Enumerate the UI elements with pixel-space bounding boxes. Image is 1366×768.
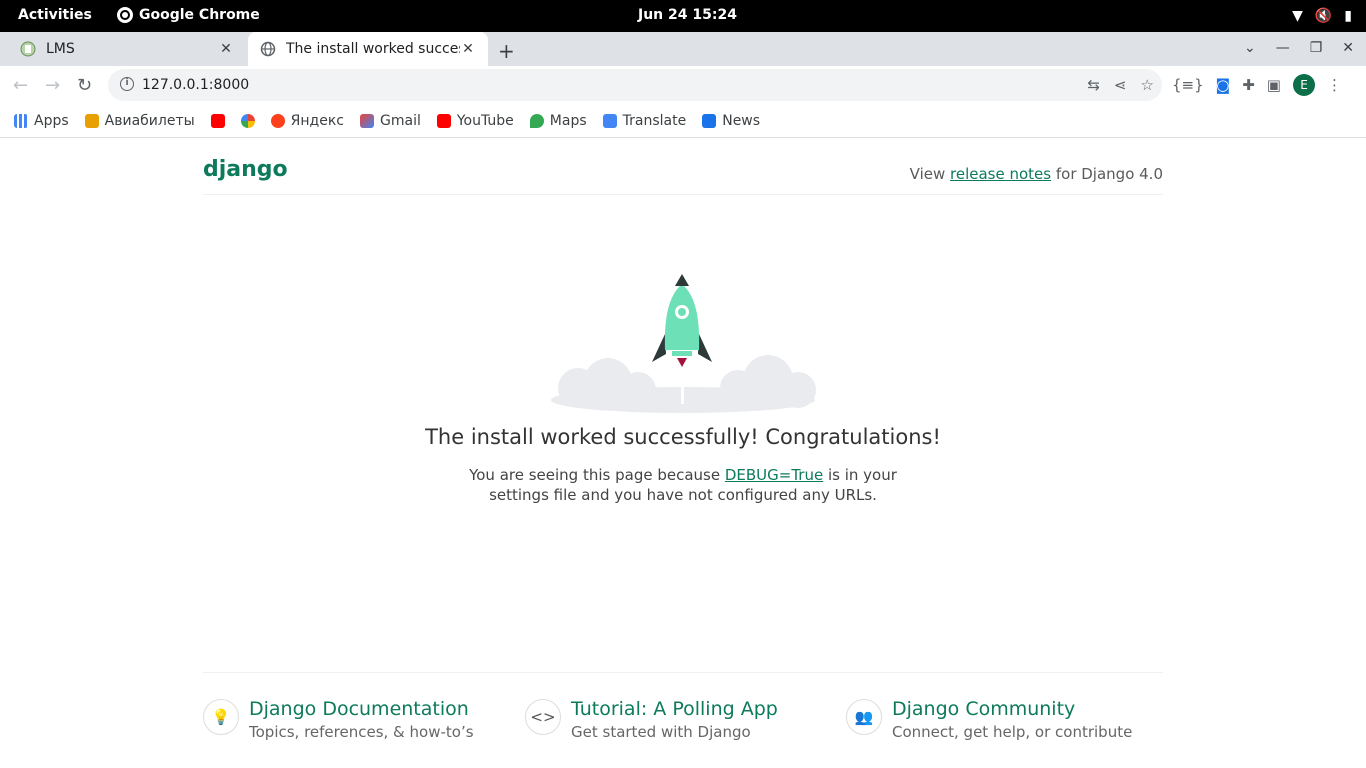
people-icon: 👥 bbox=[846, 699, 882, 735]
clock[interactable]: Jun 24 15:24 bbox=[638, 7, 737, 23]
reload-icon[interactable]: ↻ bbox=[77, 75, 92, 96]
google-icon bbox=[240, 113, 255, 128]
bookmark-label: Translate bbox=[622, 112, 687, 129]
menu-dots-icon[interactable]: ⋮ bbox=[1327, 76, 1342, 94]
django-welcome-page: django View release notes for Django 4.0… bbox=[203, 139, 1163, 741]
page-header: django View release notes for Django 4.0 bbox=[203, 139, 1163, 195]
minimize-icon[interactable]: — bbox=[1276, 40, 1290, 56]
forward-icon[interactable]: → bbox=[45, 75, 60, 96]
bookmarks-bar: Apps Авиабилеты Яндекс Gmail YouTube Map… bbox=[0, 104, 1366, 138]
debug-explanation: You are seeing this page because DEBUG=T… bbox=[463, 465, 903, 505]
share-icon[interactable]: ⋖ bbox=[1114, 76, 1127, 94]
notes-suffix: for Django 4.0 bbox=[1051, 165, 1163, 183]
tab-title: LMS bbox=[46, 41, 75, 57]
release-notes-link[interactable]: release notes bbox=[950, 165, 1051, 183]
bookmark-apps[interactable]: Apps bbox=[14, 113, 69, 129]
card-title[interactable]: Tutorial: A Polling App bbox=[571, 697, 778, 721]
back-icon[interactable]: ← bbox=[13, 75, 28, 96]
tab-lms[interactable]: LMS ✕ bbox=[8, 32, 246, 66]
globe-icon bbox=[260, 41, 276, 57]
bookmark-label: News bbox=[722, 112, 761, 129]
bookmark-news[interactable]: News bbox=[702, 113, 760, 129]
release-notes-text: View release notes for Django 4.0 bbox=[910, 165, 1163, 183]
bookmark-label: Яндекс bbox=[290, 112, 344, 129]
card-tutorial[interactable]: <> Tutorial: A Polling App Get started wi… bbox=[525, 697, 778, 743]
tab-strip: LMS ✕ The install worked successfully! C… bbox=[0, 32, 1366, 66]
rocket-illustration bbox=[551, 274, 816, 413]
extension-icon[interactable]: {≡} bbox=[1172, 76, 1204, 94]
close-window-icon[interactable]: ✕ bbox=[1342, 40, 1354, 56]
extensions-area: {≡} ◙ ✚ ▣ E ⋮ bbox=[1172, 74, 1342, 96]
window-controls: ⌄ — ❐ ✕ bbox=[1244, 40, 1354, 56]
battery-icon: ▮ bbox=[1344, 8, 1352, 24]
news-icon bbox=[702, 113, 717, 128]
translate-icon[interactable]: ⇆ bbox=[1087, 76, 1100, 94]
youtube-icon bbox=[436, 113, 451, 128]
card-title[interactable]: Django Documentation bbox=[249, 697, 474, 721]
app-menu[interactable]: Google Chrome bbox=[117, 7, 260, 23]
yandex-icon bbox=[270, 113, 285, 128]
debug-true-link[interactable]: DEBUG=True bbox=[725, 466, 823, 484]
puzzle-icon[interactable]: ✚ bbox=[1242, 76, 1255, 94]
restore-icon[interactable]: ❐ bbox=[1310, 40, 1323, 56]
bookmark-label: Maps bbox=[549, 112, 587, 129]
card-subtitle: Topics, references, & how-to’s bbox=[249, 723, 474, 741]
bookmark-aviabilety[interactable]: Авиабилеты bbox=[84, 112, 195, 129]
tab-title: The install worked successfully! Congrat… bbox=[286, 41, 460, 57]
gmail-icon bbox=[360, 113, 374, 128]
browser-toolbar: ← → ↻ i ⇆ ⋖ ☆ bbox=[0, 66, 1366, 104]
lightbulb-icon: 💡 bbox=[203, 699, 239, 735]
bookmark-label: Apps bbox=[34, 112, 69, 129]
side-panel-icon[interactable]: ▣ bbox=[1267, 76, 1281, 94]
django-logo[interactable]: django bbox=[203, 157, 288, 182]
code-icon: <> bbox=[525, 699, 561, 735]
new-tab-button[interactable]: + bbox=[498, 39, 515, 63]
bookmark-label: Авиабилеты bbox=[104, 112, 195, 129]
bookmark-youtube[interactable]: YouTube bbox=[436, 112, 514, 129]
bookmark-yandex[interactable]: Яндекс bbox=[270, 112, 344, 129]
footer-divider bbox=[203, 672, 1163, 673]
address-bar[interactable]: i ⇆ ⋖ ☆ bbox=[108, 69, 1162, 101]
site-info-icon[interactable]: i bbox=[120, 77, 134, 91]
success-headline: The install worked successfully! Congrat… bbox=[425, 425, 941, 449]
card-subtitle: Get started with Django bbox=[571, 723, 751, 741]
activities-button[interactable]: Activities bbox=[18, 7, 92, 23]
youtube-icon bbox=[210, 113, 225, 128]
card-title[interactable]: Django Community bbox=[892, 697, 1132, 721]
tab-search-icon[interactable]: ⌄ bbox=[1244, 40, 1256, 56]
bookmark-gmail[interactable]: Gmail bbox=[360, 113, 421, 129]
bookmark-youtube-icon-only[interactable] bbox=[210, 113, 225, 128]
profile-avatar[interactable]: E bbox=[1292, 74, 1315, 96]
bookmark-label: Gmail bbox=[380, 112, 421, 129]
bookmark-translate[interactable]: Translate bbox=[602, 112, 687, 129]
extension-icon[interactable]: ◙ bbox=[1216, 76, 1231, 94]
sub-prefix: You are seeing this page because bbox=[469, 466, 725, 484]
tab-django[interactable]: The install worked successfully! Congrat… bbox=[248, 32, 488, 66]
card-community[interactable]: 👥 Django Community Connect, get help, or … bbox=[846, 697, 1132, 743]
lms-favicon-icon bbox=[20, 41, 36, 57]
bookmark-star-icon[interactable]: ☆ bbox=[1141, 76, 1154, 94]
chrome-icon bbox=[117, 7, 133, 23]
notes-prefix: View bbox=[909, 165, 951, 183]
bookmark-maps[interactable]: Maps bbox=[529, 112, 587, 129]
maps-pin-icon bbox=[529, 113, 544, 128]
os-top-bar: Activities Google Chrome Jun 24 15:24 ▼ … bbox=[0, 0, 1366, 32]
close-tab-icon[interactable]: ✕ bbox=[460, 41, 476, 57]
wifi-icon: ▼ bbox=[1292, 8, 1303, 24]
tickets-icon bbox=[84, 113, 99, 128]
rocket-icon bbox=[652, 274, 712, 367]
apps-grid-icon bbox=[14, 113, 28, 128]
card-subtitle: Connect, get help, or contribute bbox=[892, 723, 1133, 741]
card-documentation[interactable]: 💡 Django Documentation Topics, references… bbox=[203, 697, 474, 743]
translate-icon bbox=[602, 113, 617, 128]
app-name: Google Chrome bbox=[139, 7, 260, 23]
volume-muted-icon: 🔇 bbox=[1314, 8, 1333, 24]
close-tab-icon[interactable]: ✕ bbox=[218, 41, 234, 57]
bookmark-google-icon-only[interactable] bbox=[240, 113, 255, 128]
system-tray[interactable]: ▼ 🔇 ▮ bbox=[1292, 8, 1352, 24]
url-input[interactable] bbox=[142, 77, 742, 93]
bookmark-label: YouTube bbox=[456, 112, 514, 129]
